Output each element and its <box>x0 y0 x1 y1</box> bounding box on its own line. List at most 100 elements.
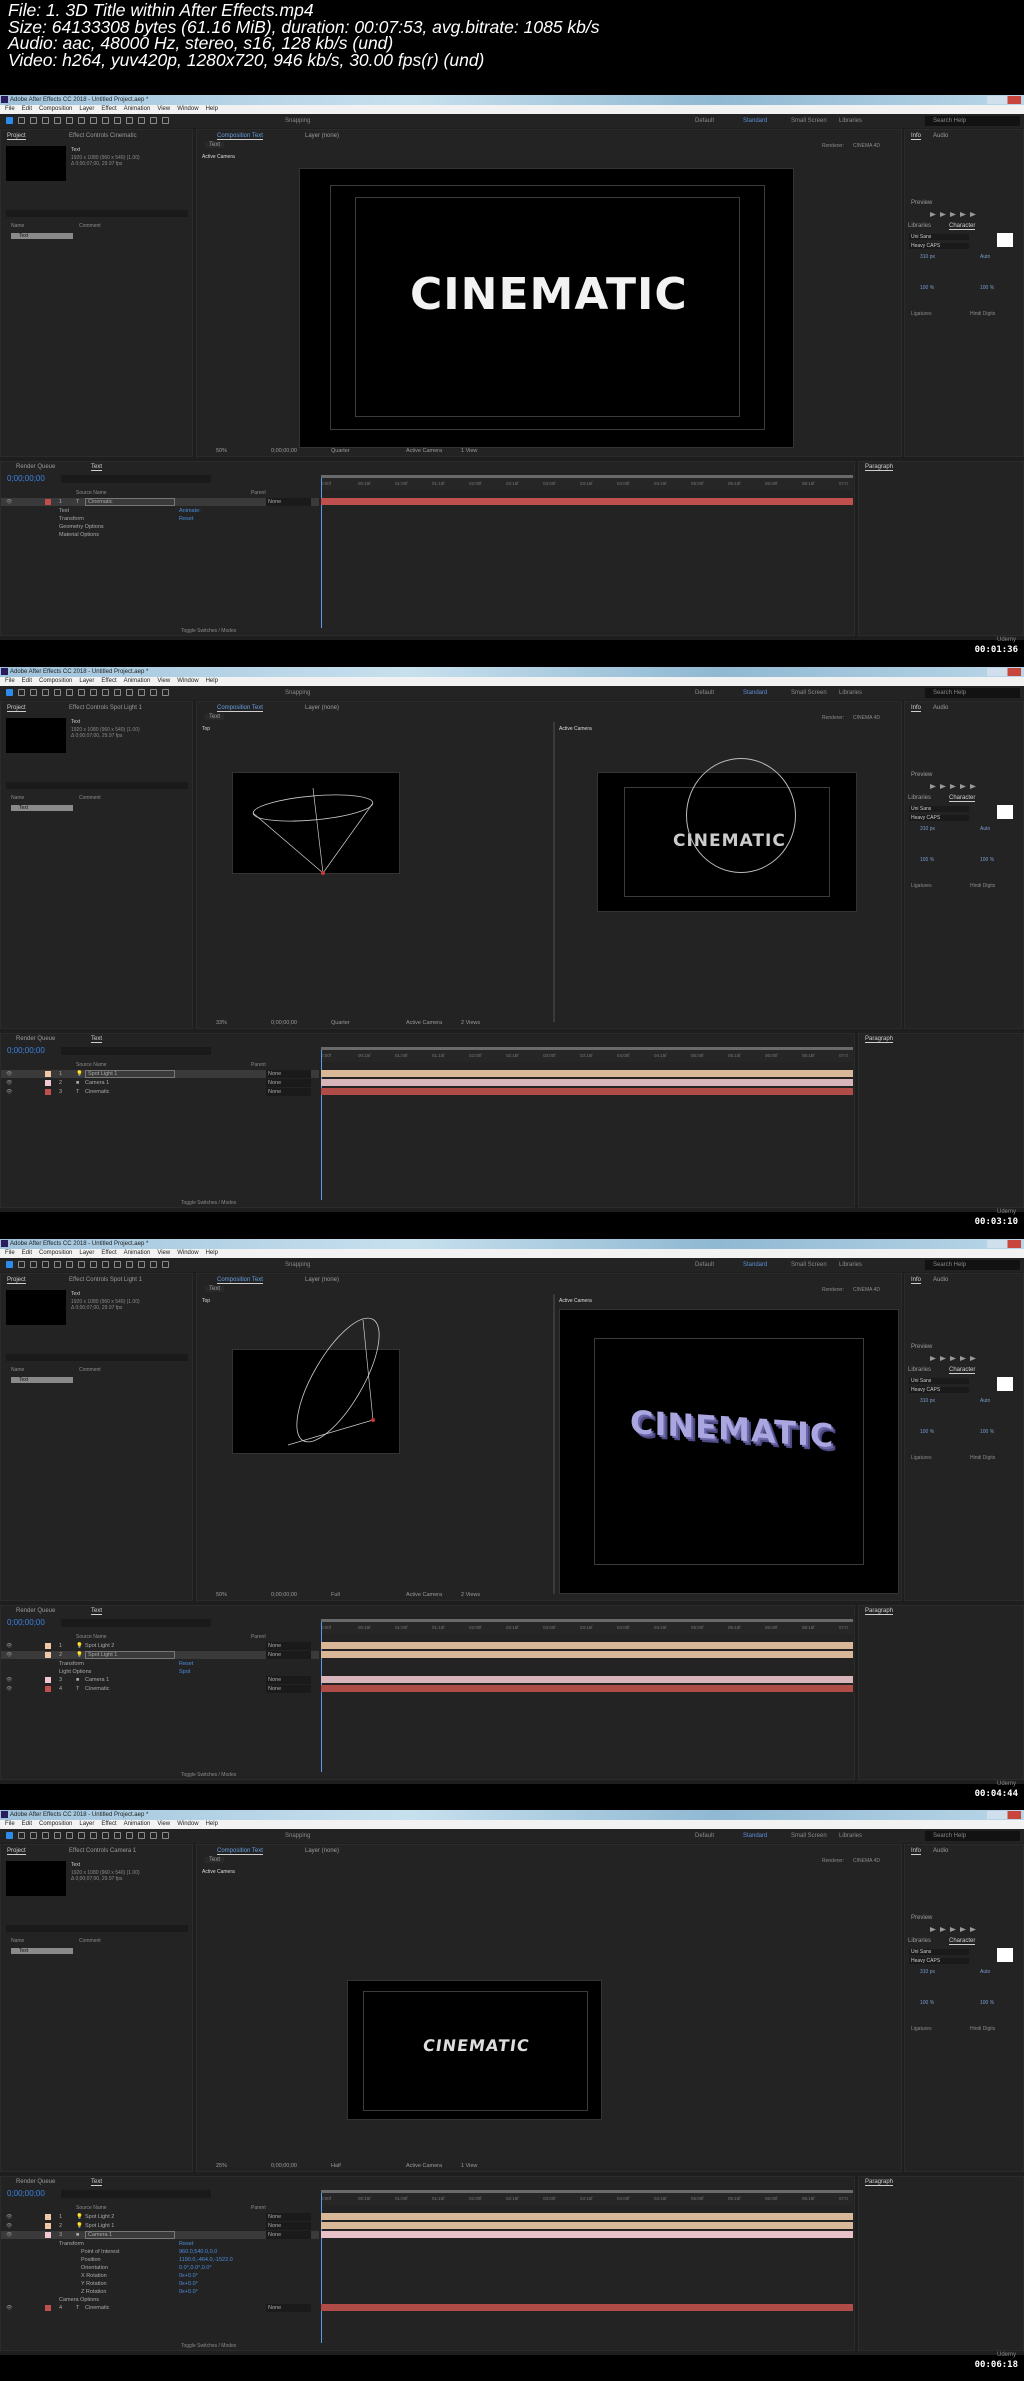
layer-search[interactable] <box>61 2190 211 2198</box>
workspace-small-screen[interactable]: Small Screen <box>791 1258 827 1272</box>
font-family-dropdown[interactable]: Uni Sans <box>909 1378 969 1384</box>
pen-tool-icon[interactable] <box>90 689 97 696</box>
tab-libraries[interactable]: Libraries <box>908 1367 931 1373</box>
name-column[interactable]: Name <box>11 795 24 801</box>
layer-name[interactable]: Cinematic <box>85 2304 109 2312</box>
ligatures-checkbox[interactable]: Ligatures <box>911 311 932 317</box>
timecode-display[interactable]: 0;00;00;00 <box>7 1618 45 1627</box>
menu-window[interactable]: Window <box>177 677 198 686</box>
zoom-dropdown[interactable]: 50% <box>216 446 227 457</box>
step-forward-icon[interactable] <box>960 1356 966 1361</box>
tab-preview[interactable]: Preview <box>911 1344 932 1350</box>
tab-composition[interactable]: Composition Text <box>217 133 263 140</box>
menu-file[interactable]: File <box>5 105 15 114</box>
tab-composition[interactable]: Composition Text <box>217 1277 263 1284</box>
layer-duration-bar[interactable] <box>321 2231 853 2238</box>
snapping-checkbox[interactable]: Snapping <box>285 686 310 700</box>
name-column[interactable]: Name <box>11 1367 24 1373</box>
snapping-checkbox[interactable]: Snapping <box>285 1829 310 1843</box>
layer-name[interactable]: Cinematic <box>85 1685 109 1693</box>
camera-tool-icon[interactable] <box>54 689 61 696</box>
selection-tool-icon[interactable] <box>6 689 13 696</box>
snapping-checkbox[interactable]: Snapping <box>285 114 310 128</box>
menu-effect[interactable]: Effect <box>101 677 116 686</box>
font-style-dropdown[interactable]: Heavy CAPS <box>909 243 969 249</box>
menu-file[interactable]: File <box>5 1820 15 1829</box>
tab-paragraph[interactable]: Paragraph <box>865 2179 894 2186</box>
roto-brush-tool-icon[interactable] <box>150 1261 157 1268</box>
layer-row[interactable]: 👁 2 ■ Camera 1 None <box>1 1079 319 1087</box>
camera-tool-icon[interactable] <box>54 1261 61 1268</box>
leading-field[interactable]: Auto <box>980 1398 990 1404</box>
zoom-dropdown[interactable]: 33% <box>216 1018 227 1029</box>
camera-view-dropdown[interactable]: Active Camera <box>406 446 442 457</box>
property-row[interactable]: X Rotation 0x+0.0° <box>1 2272 319 2280</box>
tab-project[interactable]: Project <box>7 705 26 712</box>
step-forward-icon[interactable] <box>960 1927 966 1932</box>
skip-back-icon[interactable] <box>930 1927 936 1932</box>
layer-name[interactable]: Cinematic <box>85 1088 109 1096</box>
tab-timeline-text[interactable]: Text <box>91 1036 103 1043</box>
menu-view[interactable]: View <box>157 677 170 686</box>
tab-libraries[interactable]: Libraries <box>908 1938 931 1944</box>
tab-effect-controls[interactable]: Effect Controls Spot Light 1 <box>69 1277 142 1283</box>
visibility-eye-icon[interactable]: 👁 <box>6 1651 12 1659</box>
work-area-bar[interactable] <box>321 475 853 478</box>
menu-help[interactable]: Help <box>206 1820 218 1829</box>
tab-audio[interactable]: Audio <box>933 1848 948 1854</box>
workspace-libraries[interactable]: Libraries <box>839 686 862 700</box>
tab-layer[interactable]: Layer (none) <box>305 1277 339 1283</box>
property-name[interactable]: Orientation <box>81 2264 108 2272</box>
vertical-scale-field[interactable]: 100 % <box>920 2000 934 2006</box>
layer-duration-bar[interactable] <box>321 1651 853 1658</box>
visibility-eye-icon[interactable]: 👁 <box>6 1676 12 1684</box>
workspace-small-screen[interactable]: Small Screen <box>791 686 827 700</box>
horizontal-scale-field[interactable]: 100 % <box>980 2000 994 2006</box>
tab-character[interactable]: Character <box>949 223 976 230</box>
project-search[interactable] <box>6 210 188 217</box>
layer-name[interactable]: Camera 1 <box>85 1676 109 1684</box>
tab-info[interactable]: Info <box>911 133 922 140</box>
menu-edit[interactable]: Edit <box>22 677 32 686</box>
workspace-small-screen[interactable]: Small Screen <box>791 114 827 128</box>
visibility-eye-icon[interactable]: 👁 <box>6 2222 12 2230</box>
brush-tool-icon[interactable] <box>114 689 121 696</box>
type-tool-icon[interactable] <box>102 1261 109 1268</box>
menu-composition[interactable]: Composition <box>39 677 72 686</box>
play-icon[interactable] <box>950 1356 956 1361</box>
zoom-tool-icon[interactable] <box>30 117 37 124</box>
menu-edit[interactable]: Edit <box>22 1249 32 1258</box>
tab-preview[interactable]: Preview <box>911 772 932 778</box>
property-row[interactable]: Geometry Options <box>1 523 319 531</box>
search-help-input[interactable]: Search Help <box>925 688 1020 698</box>
window-controls[interactable] <box>987 96 1021 104</box>
property-row[interactable]: Z Rotation 0x+0.0° <box>1 2288 319 2296</box>
zoom-tool-icon[interactable] <box>30 1832 37 1839</box>
hand-tool-icon[interactable] <box>18 117 25 124</box>
tab-info[interactable]: Info <box>911 705 922 712</box>
menu-effect[interactable]: Effect <box>101 1820 116 1829</box>
menu-animation[interactable]: Animation <box>124 677 151 686</box>
tab-effect-controls[interactable]: Effect Controls Camera 1 <box>69 1848 136 1854</box>
label-color-swatch[interactable] <box>45 1677 51 1683</box>
fill-color-swatch[interactable] <box>997 805 1013 819</box>
property-row[interactable]: Transform Reset <box>1 515 319 523</box>
view-layout-dropdown[interactable]: 1 View <box>461 446 477 457</box>
property-value[interactable]: 0.0°,0.0°,0.0° <box>179 2264 212 2272</box>
eraser-tool-icon[interactable] <box>138 1261 145 1268</box>
resolution-dropdown[interactable]: Full <box>331 1590 340 1601</box>
parent-dropdown[interactable]: None <box>266 1676 311 1684</box>
view-layout-dropdown[interactable]: 2 Views <box>461 1590 480 1601</box>
puppet-tool-icon[interactable] <box>162 117 169 124</box>
label-color-swatch[interactable] <box>45 1080 51 1086</box>
brush-tool-icon[interactable] <box>114 1261 121 1268</box>
tab-character[interactable]: Character <box>949 795 976 802</box>
parent-dropdown[interactable]: None <box>266 1088 311 1096</box>
font-size-field[interactable]: 310 px <box>920 254 935 260</box>
toggle-switches-modes[interactable]: Toggle Switches / Modes <box>181 1772 236 1778</box>
tab-project[interactable]: Project <box>7 133 26 140</box>
tab-layer[interactable]: Layer (none) <box>305 133 339 139</box>
step-forward-icon[interactable] <box>960 212 966 217</box>
hindi-digits-checkbox[interactable]: Hindi Digits <box>970 311 995 317</box>
menu-layer[interactable]: Layer <box>79 1820 94 1829</box>
